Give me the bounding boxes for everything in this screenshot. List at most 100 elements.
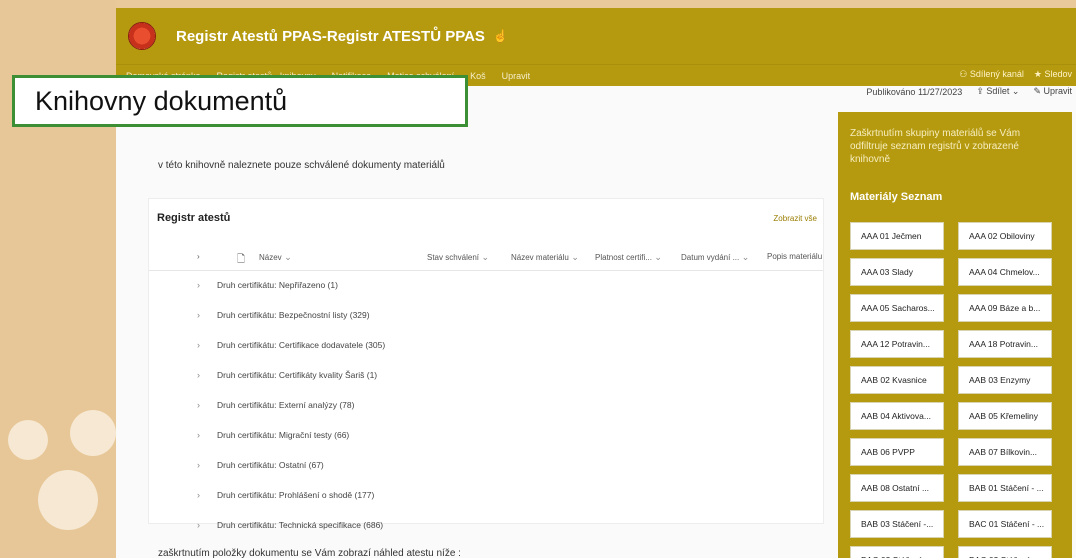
chevron-down-icon: ⌄ [281,252,292,262]
edit-button[interactable]: ✎ Upravit [1033,86,1072,97]
material-tile[interactable]: BAC 01 Stáčení - ... [958,510,1052,538]
command-bar: Publikováno 11/27/2023 ⇪ Sdílet ⌄ ✎ Upra… [866,86,1072,97]
chevron-down-icon: ⌄ [651,252,662,262]
share-icon: ⇪ [976,86,987,96]
chevron-right-icon[interactable]: › [197,370,200,380]
decorative-circle [8,420,48,460]
column-label: Stav schválení [427,253,480,262]
material-tile[interactable]: AAA 04 Chmelov... [958,258,1052,286]
group-row[interactable]: › Druh certifikátu: Certifikáty kvality Š… [149,361,823,391]
material-tile[interactable]: BAC 03 Stáčení -... [958,546,1052,558]
expand-all-icon[interactable]: › [197,252,200,261]
callout-text: Knihovny dokumentů [35,85,288,116]
chevron-down-icon: ⌄ [739,252,750,262]
chevron-right-icon[interactable]: › [197,490,200,500]
group-row[interactable]: › Druh certifikátu: Nepřiřazeno (1) [149,271,823,301]
materials-filter-panel: Zaškrtnutím skupiny materiálů se Vám odf… [838,112,1072,558]
column-label: Datum vydání ... [681,253,740,262]
group-label: Druh certifikátu: Migrační testy (66) [217,430,350,440]
column-header-material[interactable]: Název materiálu ⌄ [511,252,579,263]
published-status: Publikováno 11/27/2023 [866,86,963,97]
chevron-right-icon[interactable]: › [197,280,200,290]
follow-label: Sledov [1044,69,1072,79]
nav-edit-link[interactable]: Upravit [502,71,531,81]
nav-item-recycle-bin[interactable]: Koš [470,71,486,81]
site-header: Registr Atestů PPAS-Registr ATESTŮ PPAS … [116,8,1076,64]
group-label: Druh certifikátu: Certifikace dodavatele… [217,340,386,350]
material-tile[interactable]: AAB 08 Ostatní ... [850,474,944,502]
material-tile[interactable]: AAB 05 Křemeliny [958,402,1052,430]
column-header-validity[interactable]: Platnost certifi... ⌄ [595,252,662,263]
preview-instruction: zaškrtnutím položky dokumentu se Vám zob… [158,548,461,558]
pencil-icon: ✎ [1033,86,1044,96]
intro-text: v této knihovně naleznete pouze schválen… [158,160,445,171]
material-tile[interactable]: AAB 07 Bílkovin... [958,438,1052,466]
group-label: Druh certifikátu: Externí analýzy (78) [217,400,355,410]
callout-box: Knihovny dokumentů [12,75,468,127]
group-label: Druh certifikátu: Nepřiřazeno (1) [217,280,338,290]
material-tile[interactable]: BAC 02 Stáčení- ... [850,546,944,558]
decorative-circle [70,410,116,456]
filter-info-text: Zaškrtnutím skupiny materiálů se Vám odf… [850,128,1021,165]
group-label: Druh certifikátu: Technická specifikace … [217,520,384,530]
site-title[interactable]: Registr Atestů PPAS-Registr ATESTŮ PPAS [176,28,485,45]
decorative-circle [38,470,98,530]
material-tile[interactable]: AAA 01 Ječmen [850,222,944,250]
chevron-right-icon[interactable]: › [197,340,200,350]
material-tile[interactable]: AAA 12 Potravin... [850,330,944,358]
group-label: Druh certifikátu: Bezpečnostní listy (32… [217,310,370,320]
material-tile[interactable]: BAB 03 Stáčení -... [850,510,944,538]
file-type-icon: 🗋 [237,254,246,265]
column-header-approval[interactable]: Stav schválení ⌄ [427,252,489,263]
group-row[interactable]: › Druh certifikátu: Prohlášení o shodě (1… [149,481,823,511]
nav-right-actions: ⚇ Sdílený kanál ★ Sledov [959,69,1072,80]
material-tile[interactable]: AAA 09 Báze a b... [958,294,1052,322]
group-label: Druh certifikátu: Prohlášení o shodě (17… [217,490,375,500]
group-row[interactable]: › Druh certifikátu: Bezpečnostní listy (3… [149,301,823,331]
group-row[interactable]: › Druh certifikátu: Externí analýzy (78) [149,391,823,421]
materials-list-title: Materiály Seznam [850,191,943,203]
follow-button[interactable]: ★ Sledov [1034,69,1072,80]
show-all-link[interactable]: Zobrazit vše [773,214,817,223]
chevron-down-icon: ⌄ [479,252,490,262]
material-tile[interactable]: AAA 05 Sacharos... [850,294,944,322]
material-tile[interactable]: AAB 06 PVPP [850,438,944,466]
column-label: Název [259,253,282,262]
chevron-right-icon[interactable]: › [197,460,200,470]
chevron-down-icon: ⌄ [568,252,579,262]
material-tile[interactable]: BAB 01 Stáčení - ... [958,474,1052,502]
document-library-webpart: Registr atestů Zobrazit vše › 🗋 Název ⌄ … [148,198,824,530]
chevron-right-icon[interactable]: › [197,400,200,410]
material-tile[interactable]: AAA 18 Potravin... [958,330,1052,358]
column-header-name[interactable]: Název ⌄ [259,252,292,263]
group-row[interactable]: › Druh certifikátu: Migrační testy (66) [149,421,823,451]
column-header-date[interactable]: Datum vydání ... ⌄ [681,252,749,263]
shared-channel-link[interactable]: ⚇ Sdílený kanál [959,69,1024,80]
material-tile[interactable]: AAA 02 Obiloviny [958,222,1052,250]
material-tile[interactable]: AAB 02 Kvasnice [850,366,944,394]
share-icon[interactable]: ☝ [493,29,508,43]
material-tile[interactable]: AAB 04 Aktivova... [850,402,944,430]
share-label: Sdílet [986,86,1010,96]
group-label: Druh certifikátu: Ostatní (67) [217,460,324,470]
material-tile[interactable]: AAA 03 Slady [850,258,944,286]
channel-icon: ⚇ [959,69,970,79]
column-label: Popis materiálu [767,252,823,261]
group-row[interactable]: › Druh certifikátu: Certifikace dodavatel… [149,331,823,361]
group-label: Druh certifikátu: Certifikáty kvality Ša… [217,370,378,380]
list-title[interactable]: Registr atestů [157,212,230,224]
chevron-right-icon[interactable]: › [197,430,200,440]
column-label: Platnost certifi... [595,253,652,262]
share-button[interactable]: ⇪ Sdílet ⌄ [976,86,1019,97]
column-header-description[interactable]: Popis materiálu [767,252,822,261]
site-logo[interactable] [128,22,156,50]
chevron-right-icon[interactable]: › [197,520,200,530]
group-row[interactable]: › Druh certifikátu: Technická specifikace… [149,511,823,541]
material-tile[interactable]: AAB 03 Enzymy [958,366,1052,394]
group-row[interactable]: › Druh certifikátu: Ostatní (67) [149,451,823,481]
chevron-right-icon[interactable]: › [197,310,200,320]
list-header: › 🗋 Název ⌄ Stav schválení ⌄ Název mater… [149,243,823,271]
shared-channel-label: Sdílený kanál [969,69,1024,79]
chevron-down-icon: ⌄ [1009,86,1020,96]
edit-label: Upravit [1043,86,1072,96]
